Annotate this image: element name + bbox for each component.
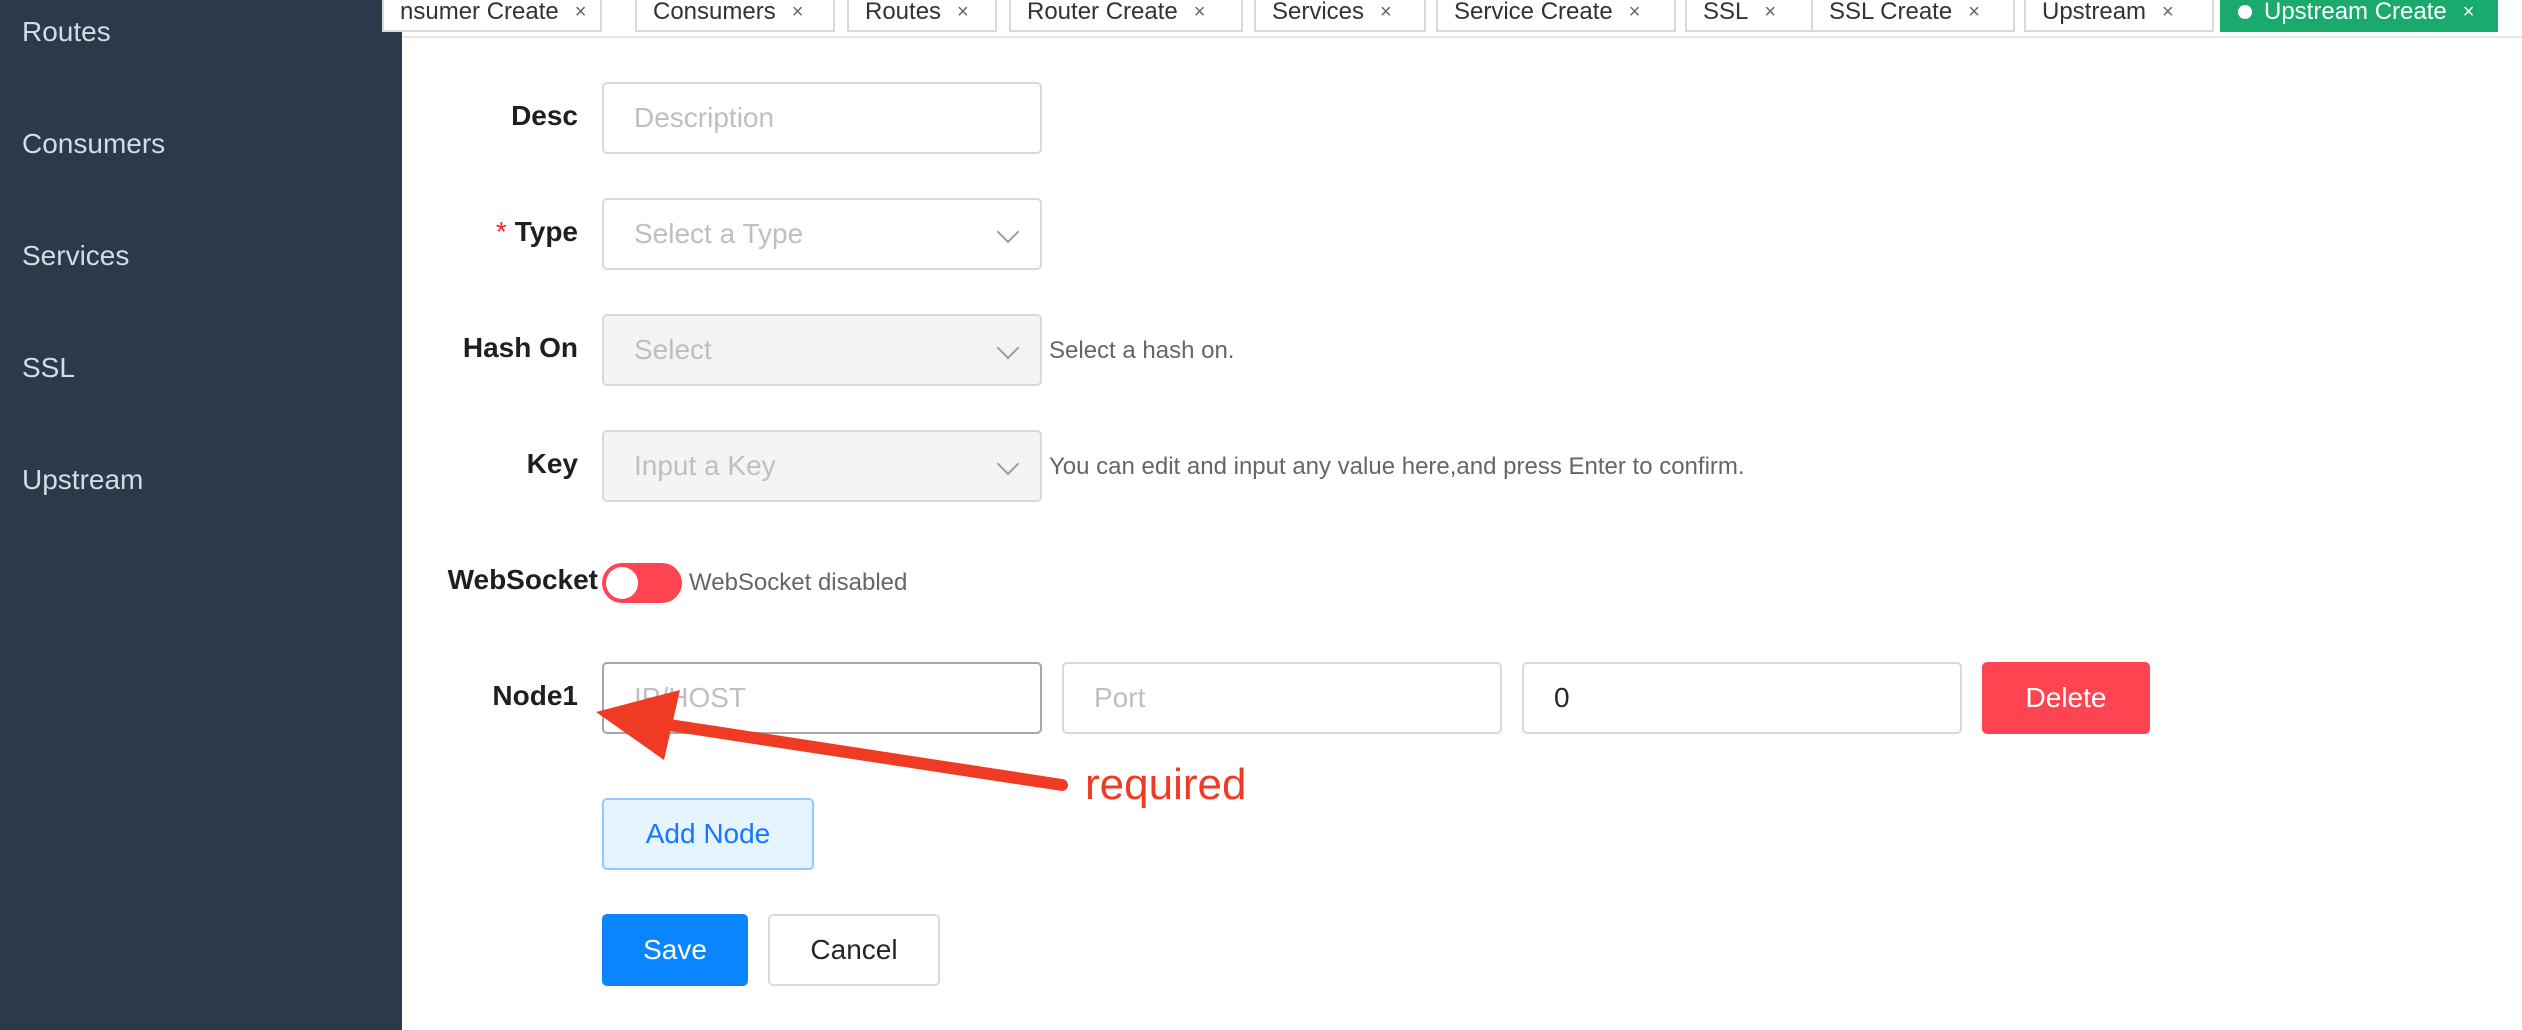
key-placeholder: Input a Key xyxy=(634,450,776,481)
sidebar-item-consumers[interactable]: Consumers xyxy=(22,128,165,160)
node-weight-value: 0 xyxy=(1554,682,1570,713)
desc-label: Desc xyxy=(511,100,578,131)
hash-on-label: Hash On xyxy=(462,332,578,363)
key-help: You can edit and input any value here,an… xyxy=(1049,453,1745,480)
tab-bar: nsumer Create × Consumers × Routes × Rou… xyxy=(382,0,2522,38)
close-icon[interactable]: × xyxy=(1380,1,1392,24)
tab-consumer-create[interactable]: nsumer Create × xyxy=(382,0,602,32)
node1-label: Node1 xyxy=(492,680,578,711)
key-select: Input a Key xyxy=(602,430,1042,502)
save-button[interactable]: Save xyxy=(602,914,748,986)
sidebar: Routes Consumers Services SSL Upstream xyxy=(0,0,402,1030)
chevron-down-icon xyxy=(996,220,1020,244)
close-icon[interactable]: × xyxy=(1629,1,1641,24)
tab-label: SSL Create xyxy=(1829,0,1953,25)
hash-on-select: Select xyxy=(602,314,1042,386)
node-host-input[interactable]: IP/HOST xyxy=(602,662,1042,734)
type-label-text: Type xyxy=(514,216,578,247)
close-icon[interactable]: × xyxy=(1194,1,1206,24)
chevron-down-icon xyxy=(996,452,1020,476)
chevron-down-icon xyxy=(996,336,1020,360)
close-icon[interactable]: × xyxy=(1968,1,1980,24)
tab-label: Upstream Create xyxy=(2264,0,2447,25)
websocket-toggle[interactable] xyxy=(602,563,682,603)
close-icon[interactable]: × xyxy=(792,1,804,24)
tab-ssl[interactable]: SSL × xyxy=(1685,0,1813,32)
websocket-status: WebSocket disabled xyxy=(689,569,908,596)
main-content: nsumer Create × Consumers × Routes × Rou… xyxy=(382,0,2522,1030)
node-port-placeholder: Port xyxy=(1094,682,1146,713)
tab-consumers[interactable]: Consumers × xyxy=(635,0,835,32)
tab-ssl-create[interactable]: SSL Create × xyxy=(1811,0,2015,32)
type-label: * Type xyxy=(318,216,578,248)
required-mark: * xyxy=(495,216,507,247)
type-select[interactable]: Select a Type xyxy=(602,198,1042,270)
add-node-button[interactable]: Add Node xyxy=(602,798,814,870)
node-port-input[interactable]: Port xyxy=(1062,662,1502,734)
close-icon[interactable]: × xyxy=(2162,1,2174,24)
close-icon[interactable]: × xyxy=(2463,1,2475,24)
close-icon[interactable]: × xyxy=(1764,1,1776,24)
toggle-knob xyxy=(606,567,638,599)
tab-routes[interactable]: Routes × xyxy=(847,0,997,32)
node-weight-input[interactable]: 0 xyxy=(1522,662,1962,734)
tab-upstream[interactable]: Upstream × xyxy=(2024,0,2214,32)
tab-service-create[interactable]: Service Create × xyxy=(1436,0,1676,32)
key-label: Key xyxy=(526,448,578,479)
desc-placeholder: Description xyxy=(634,102,775,133)
tab-label: Service Create xyxy=(1454,0,1613,25)
tab-label: Routes xyxy=(865,0,942,25)
tab-label: nsumer Create xyxy=(400,0,559,25)
type-placeholder: Select a Type xyxy=(634,218,804,249)
desc-input[interactable]: Description xyxy=(602,82,1042,154)
tab-services[interactable]: Services × xyxy=(1254,0,1426,32)
tab-label: Router Create xyxy=(1027,0,1178,25)
sidebar-item-services[interactable]: Services xyxy=(22,240,129,272)
active-dot-icon xyxy=(2238,5,2252,19)
delete-node-button[interactable]: Delete xyxy=(1982,662,2150,734)
websocket-label: WebSocket xyxy=(447,564,598,595)
tab-upstream-create[interactable]: Upstream Create × xyxy=(2220,0,2498,32)
tab-label: Services xyxy=(1272,0,1365,25)
annotation-text: required xyxy=(1085,760,1247,809)
sidebar-item-routes[interactable]: Routes xyxy=(22,16,111,48)
node-host-placeholder: IP/HOST xyxy=(634,682,747,713)
sidebar-item-upstream[interactable]: Upstream xyxy=(22,464,143,496)
hash-on-placeholder: Select xyxy=(634,334,712,365)
tab-label: Consumers xyxy=(653,0,776,25)
cancel-button[interactable]: Cancel xyxy=(768,914,940,986)
hash-on-help: Select a hash on. xyxy=(1049,337,1235,364)
close-icon[interactable]: × xyxy=(957,1,969,24)
tab-router-create[interactable]: Router Create × xyxy=(1009,0,1243,32)
tab-label: SSL xyxy=(1703,0,1749,25)
close-icon[interactable]: × xyxy=(575,1,587,24)
sidebar-item-ssl[interactable]: SSL xyxy=(22,352,75,384)
tab-label: Upstream xyxy=(2042,0,2147,25)
